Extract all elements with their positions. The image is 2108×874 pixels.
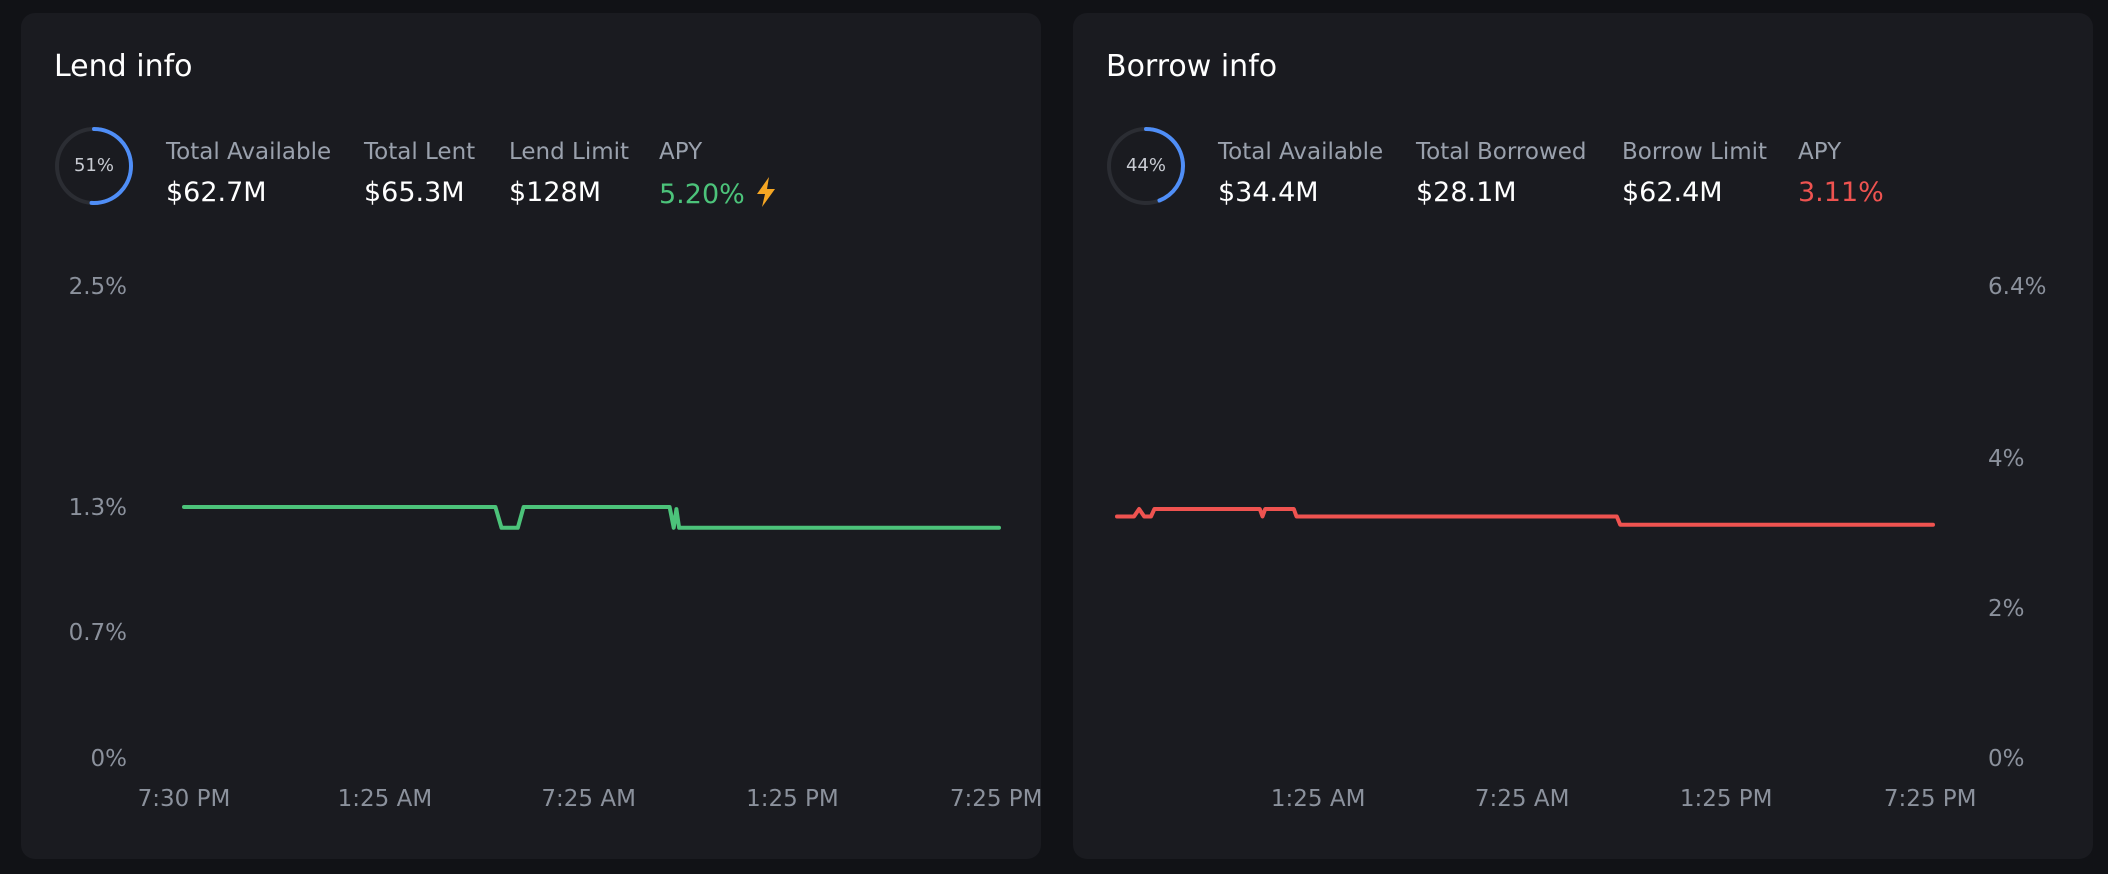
lend-chart-x-tick-label: 7:25 AM xyxy=(541,786,636,812)
lend-chart-x-tick-label: 1:25 AM xyxy=(338,786,433,812)
borrow-chart-y-tick-label: 2% xyxy=(1988,596,2025,622)
borrow-chart-x-tick-label: 1:25 AM xyxy=(1271,786,1366,812)
lend-apy-chart: 2.5% 1.3% 0.7% 0% 7:30 PM 1:25 AM 7:25 AM 1:25 … xyxy=(69,274,1041,812)
lend-chart-y-tick-label: 0.7% xyxy=(69,620,127,646)
lend-chart-x-tick-label: 7:30 PM xyxy=(138,786,231,812)
borrow-chart-series-line xyxy=(1115,507,1935,527)
lend-chart-y-tick-label: 2.5% xyxy=(69,274,127,300)
lend-chart-x-tick-label: 7:25 PM xyxy=(950,786,1041,812)
borrow-apy-chart: 6.4% 4% 2% 0% 1:25 AM 7:25 AM 1:25 PM 7:25 PM xyxy=(1115,274,2046,812)
lend-chart-y-tick-label: 1.3% xyxy=(69,495,127,521)
borrow-chart-y-tick-label: 0% xyxy=(1988,746,2025,772)
borrow-chart-y-tick-label: 4% xyxy=(1988,446,2025,472)
lend-chart-y-tick-label: 0% xyxy=(91,746,128,772)
lend-info-panel: Lend info 51% Total Available $62.7M Tot… xyxy=(21,13,1041,859)
borrow-chart-x-tick-label: 7:25 AM xyxy=(1475,786,1570,812)
borrow-chart-x-tick-label: 1:25 PM xyxy=(1680,786,1773,812)
lend-chart-series-line xyxy=(182,505,1001,530)
lend-chart-x-tick-label: 1:25 PM xyxy=(746,786,839,812)
borrow-info-panel: Borrow info 44% Total Available $34.4M T… xyxy=(1073,13,2093,859)
borrow-chart-x-tick-label: 7:25 PM xyxy=(1884,786,1977,812)
borrow-chart-y-tick-label: 6.4% xyxy=(1988,274,2046,300)
